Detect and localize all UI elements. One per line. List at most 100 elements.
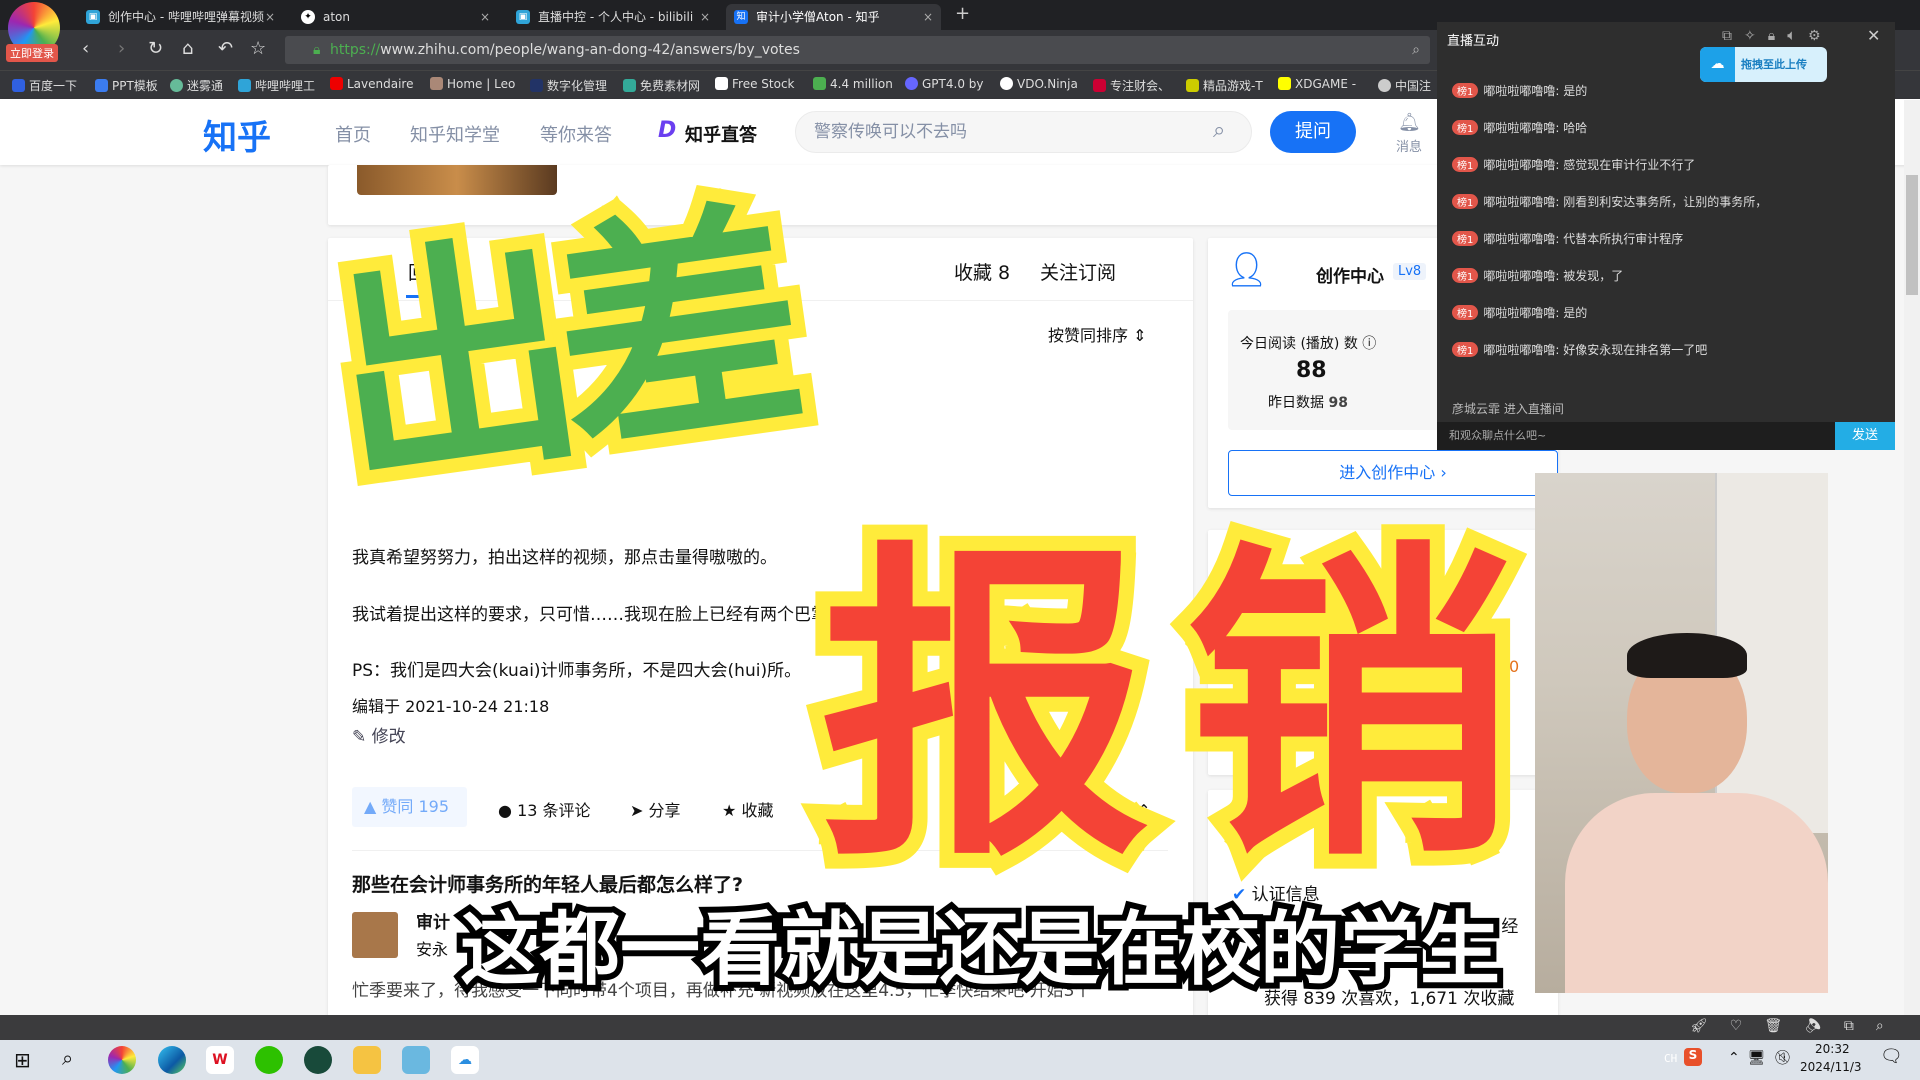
tab-subscriptions[interactable]: 关注订阅 [1040,258,1116,285]
windows-start-icon[interactable]: ⊞ [14,1048,31,1072]
tab-collections[interactable]: 收藏 8 [954,258,1010,285]
nav-zhixuetang[interactable]: 知乎知学堂 [410,121,500,147]
star-icon[interactable]: ☆ [250,38,266,59]
tray-icons[interactable]: ⌃🖥︎🔇︎ [1728,1050,1799,1066]
forward-icon[interactable]: › [118,38,125,59]
chat-message: 榜1 嘟啦啦嘟噜噜: 被发现，了 [1452,267,1623,284]
bookmark[interactable]: 哔哩哔哩工 [238,77,315,94]
rank-badge: 榜1 [1452,342,1479,357]
close-tab-icon[interactable]: × [265,4,275,30]
zhihu-logo[interactable]: 知乎 [203,110,271,159]
chat-user: 嘟啦啦嘟噜噜 [1483,343,1556,357]
sogou-icon[interactable]: S [1684,1048,1702,1066]
close-tab-icon[interactable]: × [480,4,490,30]
bookmark[interactable]: 精品游戏-T [1186,77,1263,94]
search-icon[interactable]: ⌕ [62,1046,73,1070]
webcam-video [1535,473,1828,993]
browser-taskbar-icon[interactable] [108,1046,136,1074]
share-button[interactable]: ➤ 分享 [630,797,681,821]
chat-text: 感觉现在审计行业不行了 [1563,158,1696,172]
bookmark[interactable]: PPT模板 [95,77,158,94]
upvote-button[interactable]: ▲ 赞同 195 [352,787,467,827]
messages-label[interactable]: 消息 [1396,136,1422,155]
bell-icon[interactable]: 🔔︎ [1398,112,1421,133]
ime-indicator[interactable]: CH [1664,1052,1677,1065]
overlay-word-reimburse-2: 销 [1170,501,1530,915]
notification-icon[interactable]: 🗨︎ [1880,1046,1903,1067]
url-input[interactable]: 🔒︎ https://www.zhihu.com/people/wang-an-d… [285,36,1430,64]
sort-dropdown[interactable]: 按赞同排序 ⇕ [1048,322,1147,346]
back-icon[interactable]: ‹ [82,38,89,59]
creator-title[interactable]: 创作中心 [1316,262,1384,287]
yesterday-data: 昨日数据 98 [1268,395,1348,411]
answer-paragraph: 我真希望努努力，拍出这样的视频，那点击量得嗷嗷的。 [352,548,777,568]
ask-button[interactable]: 提问 [1270,111,1356,153]
status-icons[interactable]: 🚀︎♡🗑︎🔈︎⧉⌕ [1690,1018,1906,1034]
bookmark[interactable]: GPT4.0 by [905,77,983,91]
new-tab-button[interactable]: + [955,3,970,24]
chat-message: 榜1 嘟啦啦嘟噜噜: 感觉现在审计行业不行了 [1452,156,1695,173]
comment-icon: ● [498,801,512,820]
reads-value: 88 [1296,358,1327,383]
answer-paragraph: 我试着提出这样的要求，只可惜……我现在脸上已经有两个巴掌 [352,605,828,625]
bookmark[interactable]: Free Stock [715,77,795,91]
author-name[interactable]: 审计 [416,908,450,933]
chat-user: 嘟啦啦嘟噜噜 [1483,195,1556,209]
clock-time[interactable]: 20:32 [1815,1042,1850,1056]
pencil-icon: ✎ [352,727,367,747]
undo-icon[interactable]: ↶ [218,38,233,59]
chat-text: 代替本所执行审计程序 [1563,232,1684,246]
chat-user: 嘟啦啦嘟噜噜 [1483,232,1556,246]
comments-button[interactable]: ● 13 条评论 [498,797,591,821]
bookmark[interactable]: 迷雾通 [170,77,223,94]
scrollbar-thumb[interactable] [1906,175,1918,295]
wps-icon[interactable]: W [206,1046,234,1074]
reload-icon[interactable]: ↻ [148,38,163,59]
bookmark[interactable]: Lavendaire [330,77,414,91]
tab-creator-center[interactable]: ▣ 创作中心 - 哔哩哔哩弹幕视频 × [78,4,283,30]
search-icon[interactable]: ⌕ [1412,36,1420,64]
tab-zhihu[interactable]: 知审计小学僧Aton - 知乎 × [726,4,941,30]
bookmark[interactable]: 免费素材网 [623,77,700,94]
bookmark[interactable]: VDO.Ninja [1000,77,1078,91]
favorite-button[interactable]: ★ 收藏 [722,797,773,821]
edit-link[interactable]: ✎ 修改 [352,722,406,747]
nav-home[interactable]: 首页 [335,121,371,147]
rank-badge: 榜1 [1452,194,1479,209]
clock-date[interactable]: 2024/11/3 [1800,1060,1862,1074]
close-tab-icon[interactable]: × [923,4,933,30]
bookmark[interactable]: 中国注 [1378,77,1431,94]
send-button[interactable]: 发送 [1835,422,1895,450]
bookmark[interactable]: 4.4 million [813,77,893,91]
live-app-icon[interactable] [402,1046,430,1074]
bookmark[interactable]: 百度一下 [12,77,77,94]
close-icon[interactable]: ✕ [1867,26,1880,45]
bookmark[interactable]: Home | Leo [430,77,515,91]
tab-live-control[interactable]: ▣ 直播中控 - 个人中心 - bilibili × [508,4,718,30]
tab-aton[interactable]: ✦ aton × [293,4,498,30]
edited-time: 编辑于 2021-10-24 21:18 [352,697,550,716]
chat-user: 嘟啦啦嘟噜噜 [1483,158,1556,172]
wechat-icon[interactable] [255,1046,283,1074]
rank-badge: 榜1 [1452,83,1479,98]
baidu-netdisk-icon[interactable]: ☁ [451,1046,479,1074]
search-input[interactable]: 警察传唤可以不去吗 [795,111,1252,153]
file-explorer-icon[interactable] [353,1046,381,1074]
chat-toolbar-icons[interactable]: ⧉✧🔒︎🔈︎⚙ [1722,28,1833,44]
bilibili-icon: ▣ [516,10,530,24]
bookmark[interactable]: XDGAME - [1278,77,1356,91]
edge-icon[interactable] [158,1046,186,1074]
zhihu-icon: 知 [734,10,748,24]
home-icon[interactable]: ⌂ [182,38,193,59]
upload-dropzone[interactable]: ☁ 拖拽至此上传 [1700,47,1827,82]
page-scrollbar[interactable] [1904,100,1920,1015]
bookmark[interactable]: 专注财会、 [1093,77,1170,94]
level-badge: Lv8 [1393,263,1427,280]
app-icon[interactable] [304,1046,332,1074]
close-tab-icon[interactable]: × [700,4,710,30]
author-avatar[interactable] [352,912,398,958]
rank-badge: 榜1 [1452,268,1479,283]
bookmark[interactable]: 数字化管理 [530,77,607,94]
search-icon[interactable]: ⌕ [1213,118,1225,143]
login-badge[interactable]: 立即登录 [6,44,58,62]
